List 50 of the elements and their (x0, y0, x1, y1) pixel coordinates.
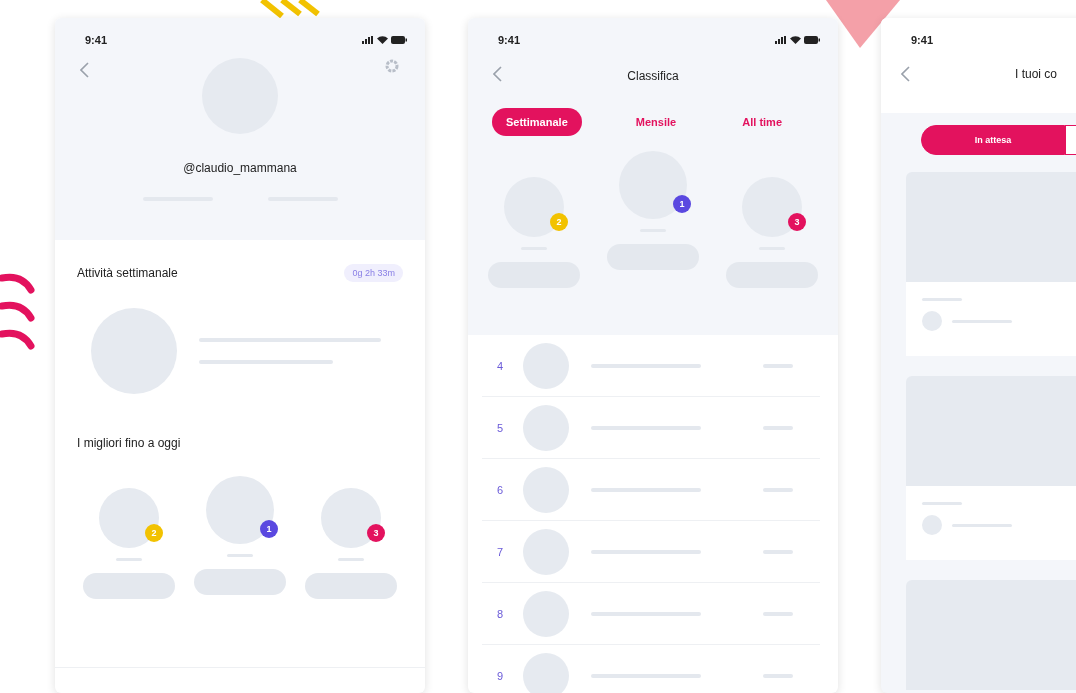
rank-number: 9 (496, 669, 505, 682)
tab[interactable]: Mensile (623, 108, 689, 136)
back-icon[interactable] (80, 62, 89, 78)
stripes-drawing (260, 0, 320, 19)
screen-title: I tuoi co (1015, 67, 1058, 81)
signal-icon (362, 36, 374, 44)
rank-badge: 3 (788, 213, 806, 231)
rank-badge: 2 (550, 213, 568, 231)
avatar-placeholder (523, 466, 569, 513)
status-time: 9:41 (85, 34, 108, 46)
back-icon[interactable] (493, 66, 502, 82)
placeholder-line (763, 425, 793, 430)
back-icon[interactable] (901, 66, 910, 82)
screen-title: Classifica (627, 69, 679, 83)
avatar-placeholder (523, 528, 569, 575)
avatar-placeholder (523, 404, 569, 451)
rank-number: 8 (496, 607, 505, 620)
rank-badge: 1 (260, 520, 278, 538)
section-title: I migliori fino a oggi (77, 436, 182, 450)
placeholder-line (763, 673, 793, 678)
avatar-placeholder (523, 342, 569, 389)
rank-badge: 1 (673, 195, 691, 213)
battery-icon (804, 36, 820, 44)
signal-icon (775, 36, 787, 44)
status-time: 9:41 (498, 34, 521, 46)
section-title: Attività settimanale (77, 266, 178, 280)
placeholder-line (763, 549, 793, 554)
avatar-placeholder (523, 590, 569, 637)
placeholder-line (763, 611, 793, 616)
rank-number: 7 (496, 545, 505, 558)
placeholder-line (763, 363, 793, 368)
rank-badge: 3 (367, 524, 385, 542)
rank-number: 5 (496, 421, 505, 434)
tab[interactable]: All time (730, 108, 794, 136)
settings-icon[interactable] (384, 58, 400, 74)
avatar-placeholder (922, 311, 942, 331)
status-time: 9:41 (911, 34, 934, 46)
avatar-placeholder (523, 652, 569, 693)
avatar-placeholder (922, 515, 942, 535)
username: @claudio_mammana (182, 161, 298, 175)
placeholder-line (763, 487, 793, 492)
rank-number: 6 (496, 483, 505, 496)
battery-icon (391, 36, 407, 44)
wifi-icon (790, 36, 801, 44)
wifi-icon (377, 36, 388, 44)
segment-tab[interactable]: In attesa (921, 125, 1065, 155)
rank-number: 4 (496, 359, 505, 372)
time-badge: 0g 2h 33m (344, 264, 403, 282)
rank-badge: 2 (145, 524, 163, 542)
tab[interactable]: Settimanale (492, 108, 582, 136)
